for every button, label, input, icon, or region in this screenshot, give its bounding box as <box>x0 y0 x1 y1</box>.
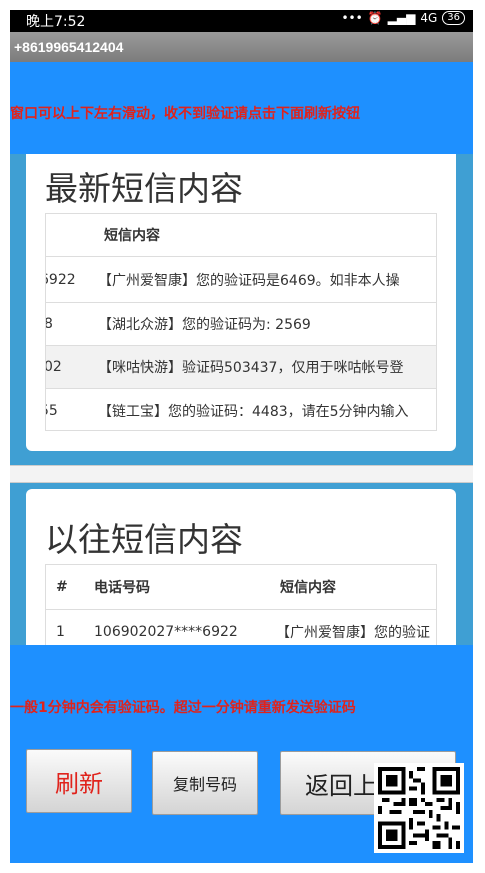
status-time: 晚上7:52 <box>26 14 86 30</box>
row-content: 【广州爱智康】您的验证 <box>276 624 430 641</box>
row-content: 【湖北众游】您的验证码为: 2569 <box>98 317 311 333</box>
row-number: 02 <box>45 359 62 375</box>
row-phone: 106902027****6922 <box>94 623 238 640</box>
header-index: # <box>56 579 68 595</box>
refresh-button[interactable]: 刷新 <box>26 749 132 813</box>
row-content: 【链工宝】您的验证码：4483，请在5分钟内输入 <box>98 403 409 420</box>
section-divider <box>10 465 473 483</box>
more-dots-icon: ••• <box>341 11 363 25</box>
signal-icon: ▂▄▆ <box>387 11 416 25</box>
top-notice-panel: 窗口可以上下左右滑动，收不到验证请点击下面刷新按钮 <box>10 62 473 154</box>
alarm-icon: ⏰ <box>367 11 383 25</box>
row-index: 1 <box>56 623 65 640</box>
copy-number-button[interactable]: 复制号码 <box>152 751 258 815</box>
table-row[interactable]: 02 【咪咕快游】验证码503437，仅用于咪咕帐号登 <box>45 345 436 388</box>
history-sms-title: 以往短信内容 <box>45 520 243 559</box>
phone-number-title: +8619965412404 <box>10 32 473 62</box>
table-header-row: # 电话号码 短信内容 <box>46 565 436 609</box>
status-icons: ••• ⏰ ▂▄▆ 4G 36 <box>341 11 465 25</box>
table-row[interactable]: 1 106902027****6922 【广州爱智康】您的验证 <box>46 609 436 645</box>
history-sms-card: 以往短信内容 # 电话号码 短信内容 1 106902027****6922 【… <box>26 489 456 645</box>
latest-sms-card: 最新短信内容 短信内容 6922 【广州爱智康】您的验证码是6469。如非本人操… <box>26 154 456 451</box>
table-row[interactable]: 55 【链工宝】您的验证码：4483，请在5分钟内输入 <box>46 388 436 430</box>
latest-sms-table[interactable]: 短信内容 6922 【广州爱智康】您的验证码是6469。如非本人操 8 【湖北众… <box>45 213 437 431</box>
header-content: 短信内容 <box>104 228 160 244</box>
network-type: 4G <box>420 11 438 25</box>
row-content: 【咪咕快游】验证码503437，仅用于咪咕帐号登 <box>98 360 404 376</box>
bottom-panel: 一般1分钟内会有验证码。超过一分钟请重新发送验证码 刷新 复制号码 返回上 <box>10 645 473 863</box>
table-row[interactable]: 6922 【广州爱智康】您的验证码是6469。如非本人操 <box>46 256 436 302</box>
status-bar: 晚上7:52 ••• ⏰ ▂▄▆ 4G 36 <box>10 10 473 30</box>
history-sms-table[interactable]: # 电话号码 短信内容 1 106902027****6922 【广州爱智康】您… <box>45 564 437 645</box>
bottom-notice-text: 一般1分钟内会有验证码。超过一分钟请重新发送验证码 <box>10 700 356 716</box>
header-phone: 电话号码 <box>94 580 150 596</box>
row-number: 55 <box>46 402 58 419</box>
latest-sms-title: 最新短信内容 <box>45 169 243 208</box>
table-row[interactable]: 8 【湖北众游】您的验证码为: 2569 <box>46 302 436 345</box>
row-number: 8 <box>46 316 53 332</box>
top-notice-text: 窗口可以上下左右滑动，收不到验证请点击下面刷新按钮 <box>10 106 360 122</box>
row-content: 【广州爱智康】您的验证码是6469。如非本人操 <box>98 272 400 289</box>
battery-icon: 36 <box>442 11 465 25</box>
sms-scroll-area[interactable]: 最新短信内容 短信内容 6922 【广州爱智康】您的验证码是6469。如非本人操… <box>10 154 473 645</box>
phone-screen: 晚上7:52 ••• ⏰ ▂▄▆ 4G 36 +8619965412404 窗口… <box>10 10 473 863</box>
row-number: 6922 <box>46 271 76 288</box>
table-header-row: 短信内容 <box>46 214 436 256</box>
qr-code-icon <box>374 763 464 853</box>
header-content: 短信内容 <box>280 580 336 596</box>
